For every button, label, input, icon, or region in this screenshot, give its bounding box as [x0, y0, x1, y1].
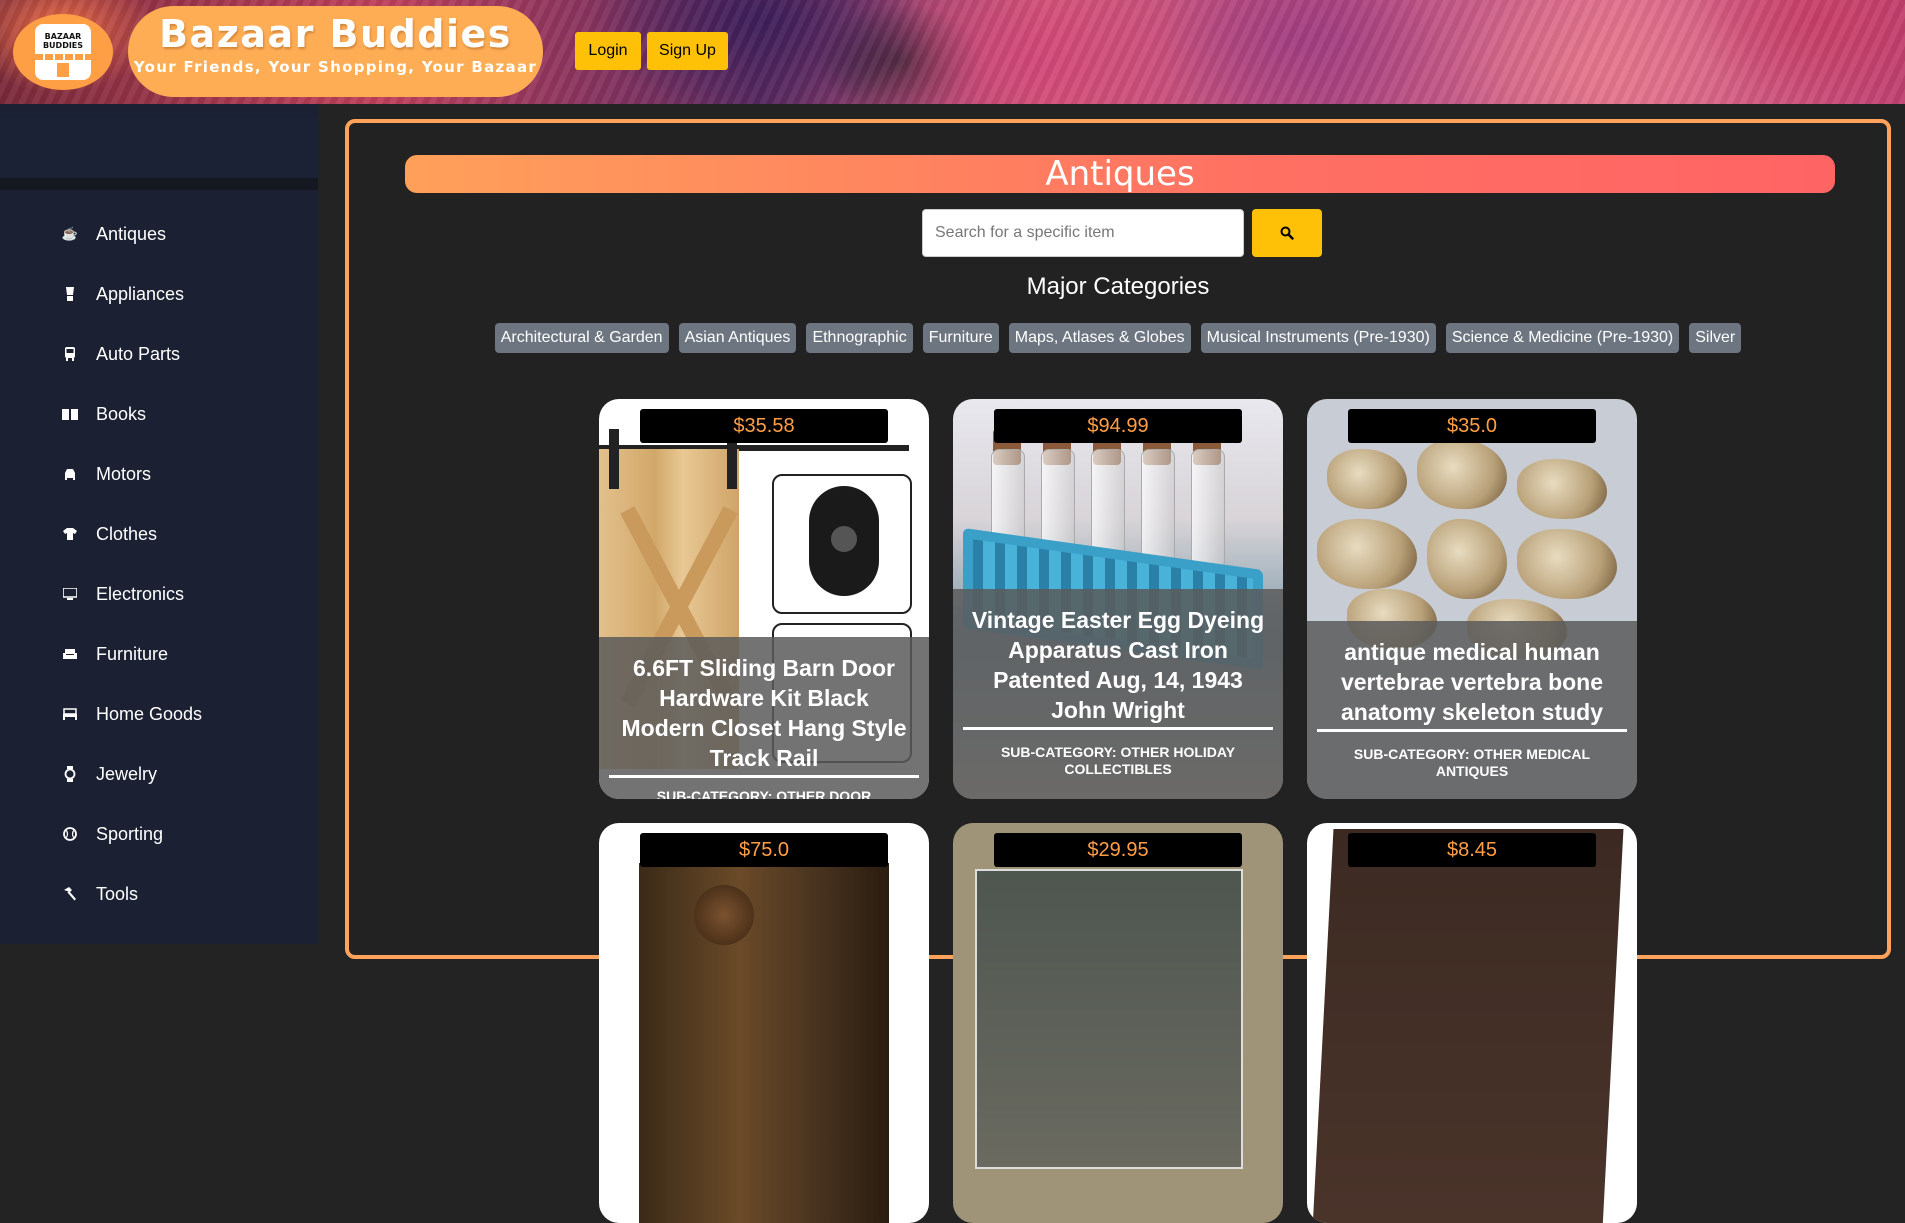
- brand-title: Bazaar Buddies: [159, 12, 512, 56]
- sidebar-item-label: Sporting: [96, 823, 164, 844]
- monitor-icon: [62, 586, 78, 602]
- search-input[interactable]: [922, 209, 1244, 257]
- sidebar-item-label: Tools: [96, 883, 139, 904]
- product-title: Vintage Easter Egg Dyeing Apparatus Cast…: [963, 589, 1273, 730]
- product-card[interactable]: $35.58 6.6FT Sliding Barn Door Hardware …: [599, 399, 929, 799]
- couch-icon: [62, 646, 78, 662]
- sidebar-item-clothes[interactable]: Clothes: [0, 504, 318, 564]
- category-chip[interactable]: Ethnographic: [806, 323, 913, 353]
- product-image: [599, 823, 929, 1223]
- product-card[interactable]: $29.95: [953, 823, 1283, 1223]
- sidebar: ☕ Antiques Appliances Auto Parts Books M…: [0, 104, 318, 944]
- blender-icon: [62, 286, 78, 302]
- product-price: $35.0: [1348, 409, 1596, 443]
- sidebar-item-label: Auto Parts: [96, 343, 181, 364]
- sidebar-item-tools[interactable]: Tools: [0, 864, 318, 924]
- book-open-icon: [62, 406, 78, 422]
- product-title: antique medical human vertebrae vertebra…: [1317, 621, 1627, 732]
- sidebar-item-electronics[interactable]: Electronics: [0, 564, 318, 624]
- product-card[interactable]: $94.99 Vintage Easter Egg Dyeing Apparat…: [953, 399, 1283, 799]
- signup-button[interactable]: Sign Up: [647, 32, 728, 70]
- product-price: $35.58: [640, 409, 888, 443]
- category-chip[interactable]: Science & Medicine (Pre-1930): [1445, 323, 1680, 353]
- product-info: 6.6FT Sliding Barn Door Hardware Kit Bla…: [599, 637, 929, 799]
- sidebar-item-label: Appliances: [96, 283, 185, 304]
- major-categories-list: Architectural & Garden Asian Antiques Et…: [349, 323, 1887, 353]
- watch-icon: [62, 766, 78, 782]
- product-subcategory: SUB-CATEGORY: OTHER DOOR HARDWARE: [656, 788, 872, 799]
- bus-icon: [62, 346, 78, 362]
- product-info: antique medical human vertebrae vertebra…: [1307, 621, 1637, 799]
- major-categories-title: Major Categories: [1026, 273, 1210, 300]
- sidebar-item-appliances[interactable]: Appliances: [0, 264, 318, 324]
- sidebar-item-label: Books: [96, 403, 147, 424]
- logo-text: BAZAAR BUDDIES: [42, 32, 84, 50]
- sidebar-item-books[interactable]: Books: [0, 384, 318, 444]
- sidebar-item-home-goods[interactable]: Home Goods: [0, 684, 318, 744]
- category-chip[interactable]: Architectural & Garden: [494, 323, 669, 353]
- car-icon: [62, 466, 78, 482]
- product-subcategory: SUB-CATEGORY: OTHER MEDICAL ANTIQUES: [1353, 746, 1591, 779]
- sidebar-item-antiques[interactable]: ☕ Antiques: [0, 204, 318, 264]
- product-image: [953, 823, 1283, 1223]
- sidebar-item-label: Furniture: [96, 643, 169, 664]
- hammer-icon: [62, 886, 78, 902]
- category-chip[interactable]: Musical Instruments (Pre-1930): [1200, 323, 1436, 353]
- brand-tagline: Your Friends, Your Shopping, Your Bazaar: [133, 58, 538, 76]
- product-info: Vintage Easter Egg Dyeing Apparatus Cast…: [953, 589, 1283, 799]
- sidebar-divider: [0, 178, 318, 190]
- sidebar-item-sporting[interactable]: Sporting: [0, 804, 318, 864]
- product-title: 6.6FT Sliding Barn Door Hardware Kit Bla…: [609, 637, 919, 778]
- sidebar-item-label: Home Goods: [96, 703, 203, 724]
- login-button[interactable]: Login: [575, 32, 641, 70]
- sidebar-item-motors[interactable]: Motors: [0, 444, 318, 504]
- product-card[interactable]: $8.45: [1307, 823, 1637, 1223]
- product-price: $94.99: [994, 409, 1242, 443]
- sidebar-item-label: Clothes: [96, 523, 158, 544]
- coffee-cup-icon: ☕: [61, 226, 79, 241]
- sidebar-item-auto-parts[interactable]: Auto Parts: [0, 324, 318, 384]
- category-chip[interactable]: Maps, Atlases & Globes: [1008, 323, 1191, 353]
- site-logo[interactable]: BAZAAR BUDDIES: [13, 14, 113, 90]
- product-price: $29.95: [994, 833, 1242, 867]
- sidebar-item-label: Electronics: [96, 583, 185, 604]
- sidebar-item-label: Jewelry: [96, 763, 158, 784]
- sidebar-item-furniture[interactable]: Furniture: [0, 624, 318, 684]
- baseball-icon: [62, 826, 78, 842]
- main-panel: Antiques Major Categories Architectural …: [345, 119, 1891, 1223]
- product-card[interactable]: $35.0 antique medical human vertebrae ve…: [1307, 399, 1637, 799]
- sidebar-header: [0, 118, 318, 178]
- product-price: $75.0: [640, 833, 888, 867]
- product-subcategory: SUB-CATEGORY: OTHER HOLIDAY COLLECTIBLES: [1000, 744, 1236, 777]
- category-chip[interactable]: Asian Antiques: [678, 323, 797, 353]
- brand-block[interactable]: Bazaar Buddies Your Friends, Your Shoppi…: [128, 6, 543, 97]
- search-icon: [1280, 226, 1294, 240]
- sidebar-item-jewelry[interactable]: Jewelry: [0, 744, 318, 804]
- sidebar-item-label: Motors: [96, 463, 152, 484]
- category-title: Antiques: [405, 155, 1835, 193]
- search-button[interactable]: [1252, 209, 1322, 257]
- product-price: $8.45: [1348, 833, 1596, 867]
- bed-icon: [62, 706, 78, 722]
- product-card[interactable]: $75.0: [599, 823, 929, 1223]
- store-icon: BAZAAR BUDDIES: [35, 24, 91, 80]
- product-image: [1307, 823, 1637, 1223]
- category-chip[interactable]: Furniture: [922, 323, 999, 353]
- sidebar-nav: ☕ Antiques Appliances Auto Parts Books M…: [0, 204, 318, 924]
- category-chip[interactable]: Silver: [1689, 323, 1742, 353]
- shirt-icon: [62, 526, 78, 542]
- sidebar-item-label: Antiques: [96, 223, 167, 244]
